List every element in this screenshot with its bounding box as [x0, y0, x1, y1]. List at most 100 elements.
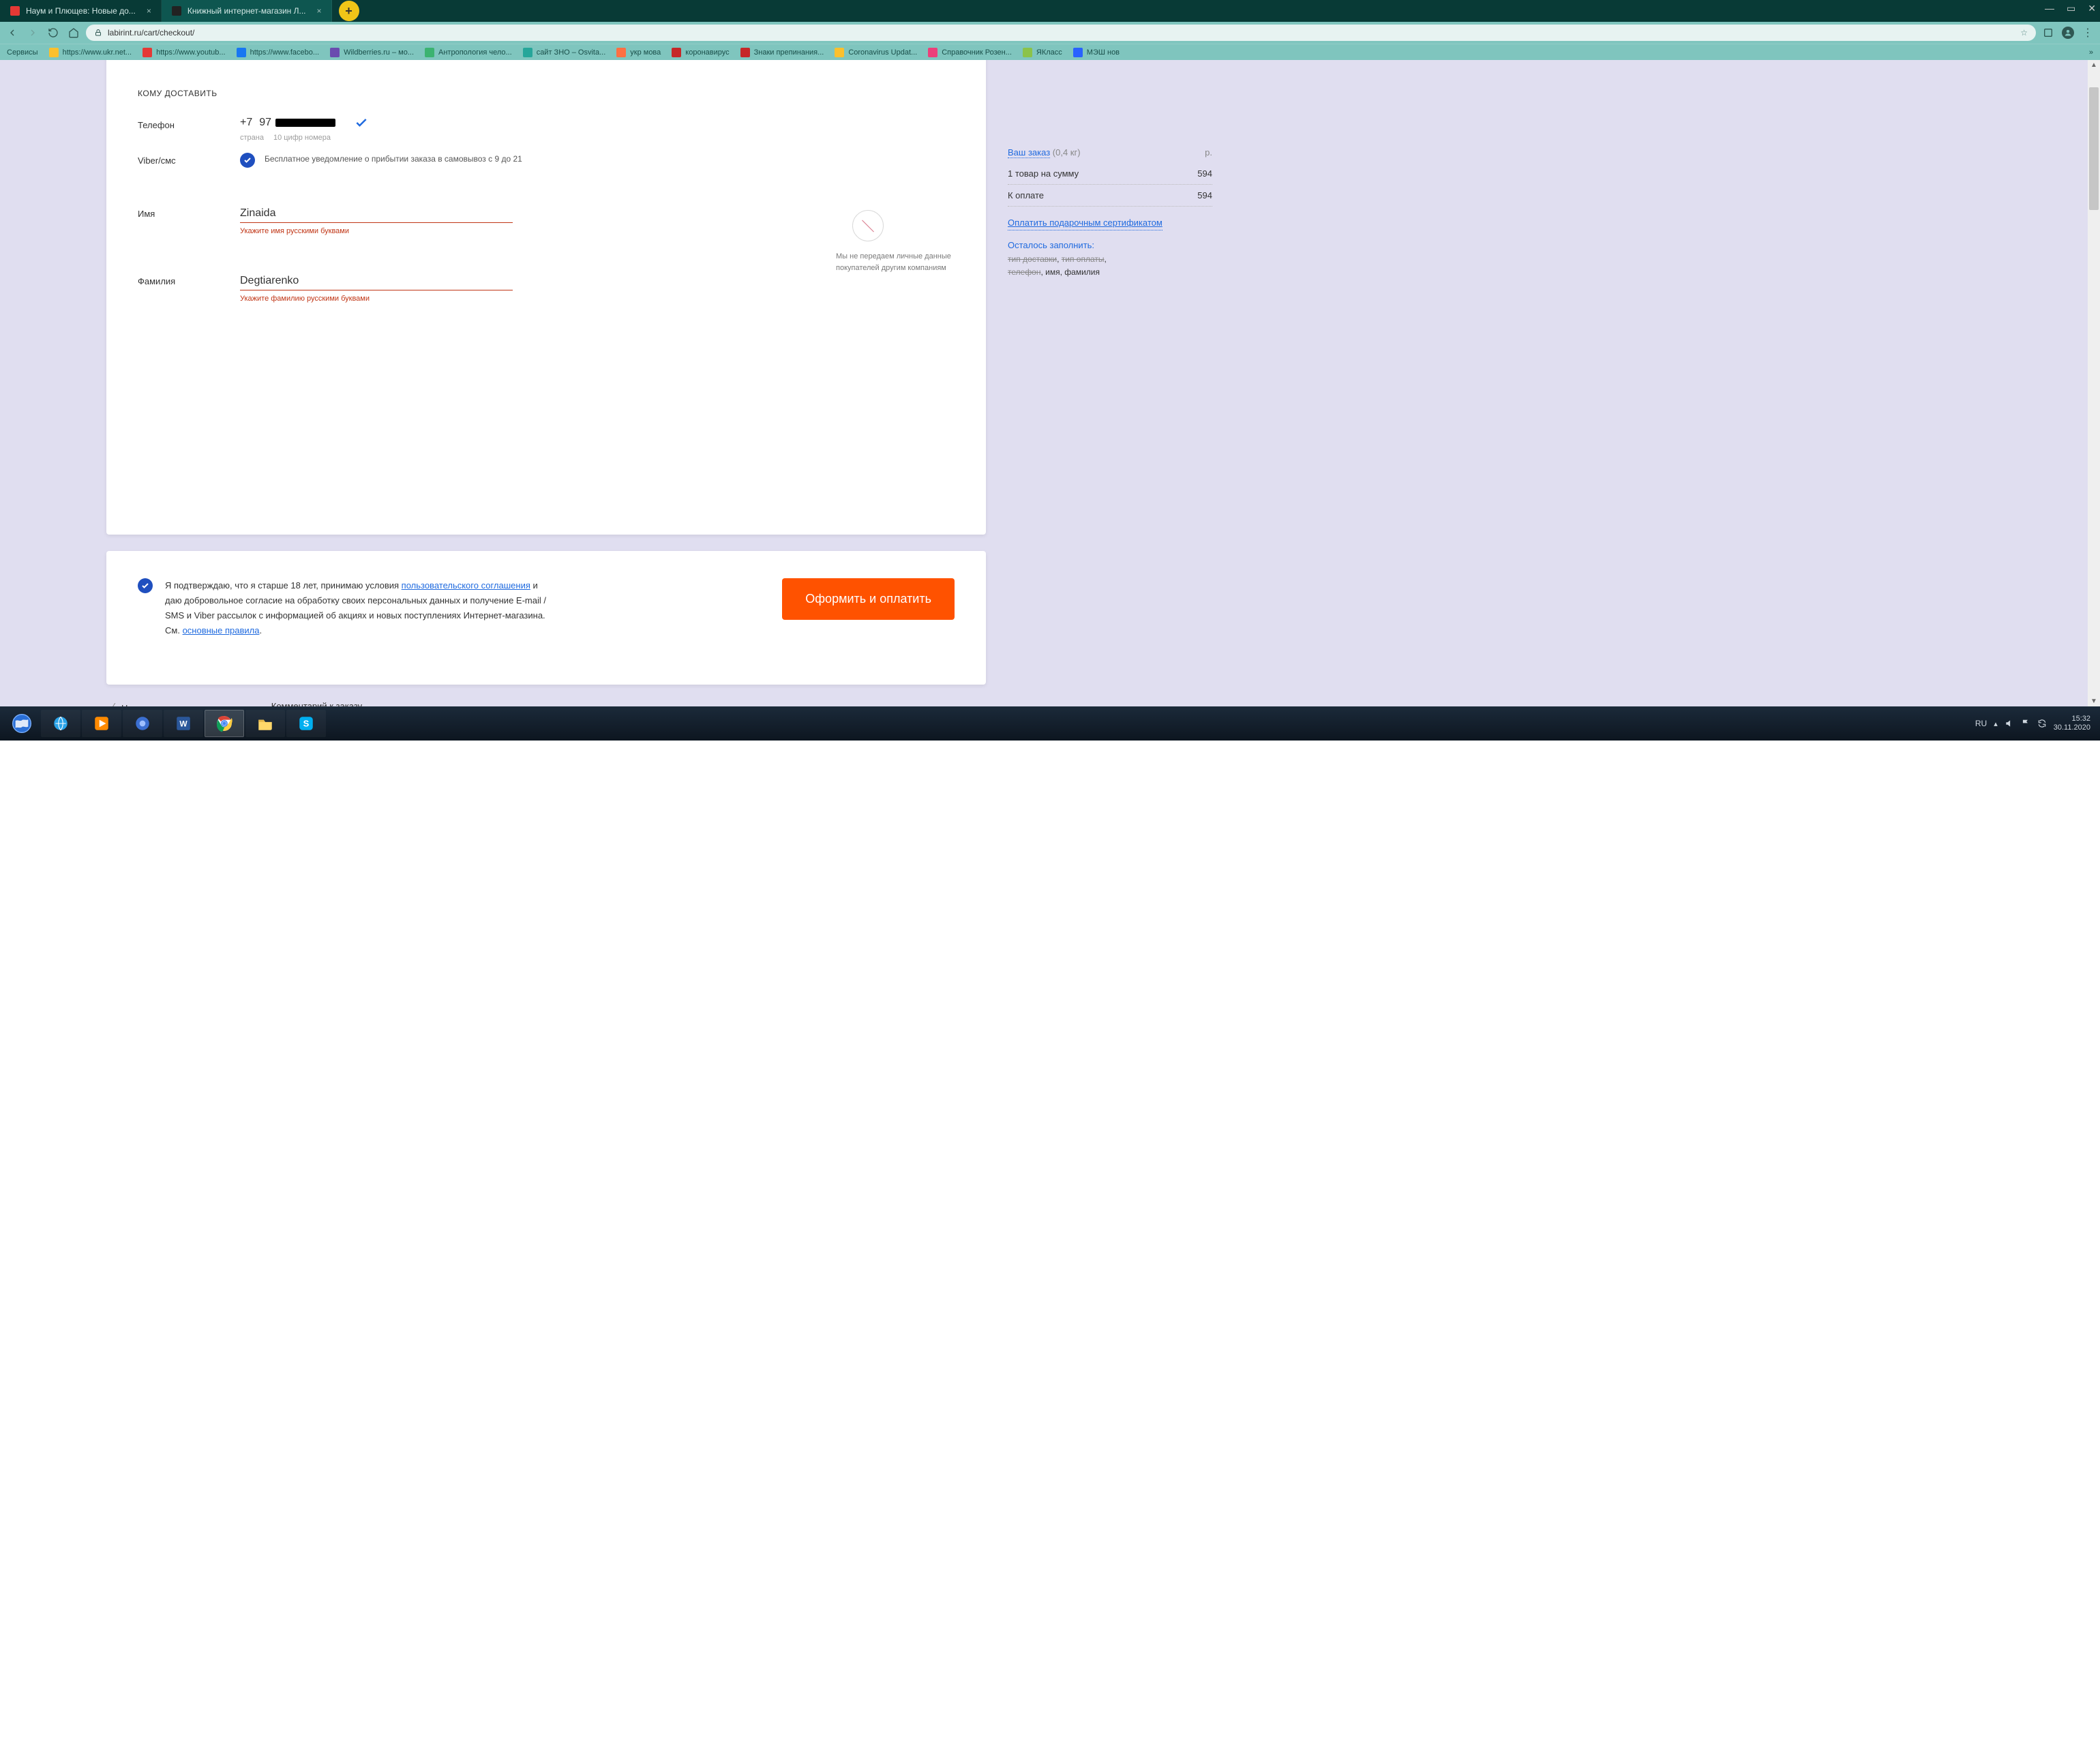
taskbar-app-media[interactable] [82, 710, 121, 737]
bookmark-label: ЯКласс [1036, 48, 1062, 57]
remaining-fields-list: тип доставки, тип оплаты, телефон, имя, … [1008, 253, 1212, 279]
tab-close-icon[interactable]: × [147, 6, 151, 16]
chevron-left-icon: 〈 [106, 701, 116, 706]
tab-title: Книжный интернет-магазин Л... [188, 6, 306, 16]
windows-taskbar: W S RU ▴ [0, 706, 2100, 741]
phone-country-code[interactable]: +7 [240, 117, 252, 129]
name-label: Имя [138, 205, 240, 219]
bookmark-item[interactable]: МЭШ нов [1073, 48, 1120, 57]
clock-date: 30.11.2020 [2054, 723, 2090, 732]
surname-input[interactable] [240, 272, 513, 290]
phone-prefix: 97 [259, 117, 271, 129]
favicon-icon [616, 48, 626, 57]
rules-link[interactable]: основные правила [183, 625, 260, 636]
surname-error: Укажите фамилию русскими буквами [240, 295, 513, 303]
remaining-fields-title: Осталось заполнить: [1008, 240, 1212, 250]
taskbar-clock[interactable]: 15:32 30.11.2020 [2054, 715, 2090, 732]
tab-close-icon[interactable]: × [317, 6, 322, 16]
tray-flag-icon[interactable] [2021, 719, 2030, 728]
bookmark-label: https://www.facebo... [250, 48, 320, 57]
favicon-icon [237, 48, 246, 57]
bookmark-item[interactable]: Справочник Розен... [928, 48, 1012, 57]
extension-icon[interactable] [2043, 27, 2054, 38]
tray-sync-icon[interactable] [2037, 719, 2047, 728]
order-weight: (0,4 кг) [1053, 147, 1081, 158]
svg-text:W: W [179, 719, 188, 728]
viber-checkbox[interactable] [240, 153, 255, 168]
back-to-cart-link[interactable]: 〈 Назад к составу заказа [106, 701, 217, 706]
bookmark-item[interactable]: https://www.facebo... [237, 48, 320, 57]
order-comment-label: Комментарий к заказу [271, 701, 517, 706]
favicon-icon [523, 48, 532, 57]
bookmarks-bar: Сервисы https://www.ukr.net... https://w… [0, 44, 2100, 60]
bookmark-item[interactable]: https://www.ukr.net... [49, 48, 132, 57]
privacy-note-text: Мы не передаем личные данные покупателей… [836, 252, 951, 272]
bookmark-star-icon[interactable]: ☆ [2020, 28, 2028, 38]
nav-home-button[interactable] [68, 27, 79, 38]
scroll-down-icon[interactable]: ▼ [2088, 698, 2100, 705]
browser-tab-active[interactable]: Книжный интернет-магазин Л... × [162, 0, 332, 22]
bookmark-label: Знаки препинания... [754, 48, 824, 57]
browser-tab[interactable]: Наум и Плющев: Новые до... × [0, 0, 162, 22]
taskbar-app-ie[interactable] [41, 710, 80, 737]
profile-avatar-icon[interactable] [2062, 27, 2074, 39]
favicon-icon [330, 48, 340, 57]
tray-volume-icon[interactable] [2005, 719, 2014, 728]
tab-title: Наум и Плющев: Новые до... [26, 6, 136, 16]
phone-redacted-mask [275, 119, 335, 127]
bookmark-item[interactable]: ЯКласс [1023, 48, 1062, 57]
bookmark-item[interactable]: Знаки препинания... [740, 48, 824, 57]
scroll-up-icon[interactable]: ▲ [2088, 61, 2100, 69]
bookmark-label: Справочник Розен... [942, 48, 1012, 57]
summary-items-label: 1 товар на сумму [1008, 168, 1079, 179]
favicon-icon [672, 48, 681, 57]
nav-back-button[interactable] [7, 27, 18, 38]
browser-tabstrip: Наум и Плющев: Новые до... × Книжный инт… [0, 0, 2100, 22]
user-agreement-link[interactable]: пользовательского соглашения [402, 580, 530, 591]
address-bar[interactable]: labirint.ru/cart/checkout/ ☆ [86, 25, 2036, 41]
summary-items-value: 594 [1197, 168, 1212, 179]
page-scrollbar[interactable]: ▲ ▼ [2088, 60, 2100, 706]
youtube-favicon-icon [10, 5, 20, 16]
new-tab-button[interactable]: + [339, 1, 359, 21]
submit-order-button[interactable]: Оформить и оплатить [782, 578, 955, 620]
bookmark-item[interactable]: коронавирус [672, 48, 729, 57]
taskbar-app-chrome[interactable] [205, 710, 244, 737]
browser-menu-button[interactable]: ⋮ [2082, 26, 2093, 40]
bookmark-item[interactable]: https://www.youtub... [142, 48, 226, 57]
browser-toolbar: labirint.ru/cart/checkout/ ☆ ⋮ [0, 22, 2100, 44]
phone-sublabel-country: страна [240, 134, 264, 142]
viber-description: Бесплатное уведомление о прибытии заказа… [265, 153, 522, 165]
name-row: Имя Укажите имя русскими буквами [138, 205, 955, 235]
nav-reload-button[interactable] [48, 27, 59, 38]
name-input[interactable] [240, 205, 513, 223]
bookmark-item[interactable]: Антропология чело... [425, 48, 512, 57]
input-language-indicator[interactable]: RU [1975, 719, 1987, 728]
pay-with-gift-link[interactable]: Оплатить подарочным сертификатом [1008, 216, 1162, 230]
scrollbar-thumb[interactable] [2089, 87, 2099, 210]
bookmark-item[interactable]: Wildberries.ru – мо... [330, 48, 414, 57]
tray-chevron-icon[interactable]: ▴ [1994, 719, 1998, 728]
consent-checkbox[interactable] [138, 578, 153, 593]
viber-label: Viber/смс [138, 151, 240, 166]
bookmark-label: МЭШ нов [1087, 48, 1120, 57]
phone-sublabel-digits: 10 цифр номера [273, 134, 331, 142]
bookmark-item[interactable]: Coronavirus Updat... [835, 48, 917, 57]
start-button[interactable] [4, 710, 40, 737]
bookmark-item[interactable]: укр мова [616, 48, 661, 57]
nav-forward-button[interactable] [27, 27, 38, 38]
taskbar-app-generic[interactable] [123, 710, 162, 737]
your-order-link[interactable]: Ваш заказ [1008, 147, 1050, 158]
summary-total-label: К оплате [1008, 190, 1044, 200]
taskbar-app-skype[interactable]: S [286, 710, 326, 737]
taskbar-app-word[interactable]: W [164, 710, 203, 737]
page-viewport: КОМУ ДОСТАВИТЬ Телефон +7 97 [0, 60, 2100, 706]
taskbar-app-explorer[interactable] [245, 710, 285, 737]
bookmark-label: сайт ЗНО – Osvita... [537, 48, 606, 57]
bookmark-item[interactable]: сайт ЗНО – Osvita... [523, 48, 606, 57]
phone-number-input[interactable]: 97 [259, 117, 335, 129]
consent-text: Я подтверждаю, что я старше 18 лет, прин… [165, 578, 547, 638]
bookmarks-overflow-button[interactable]: » [2089, 48, 2093, 57]
favicon-icon [425, 48, 434, 57]
bookmark-item[interactable]: Сервисы [7, 48, 38, 57]
